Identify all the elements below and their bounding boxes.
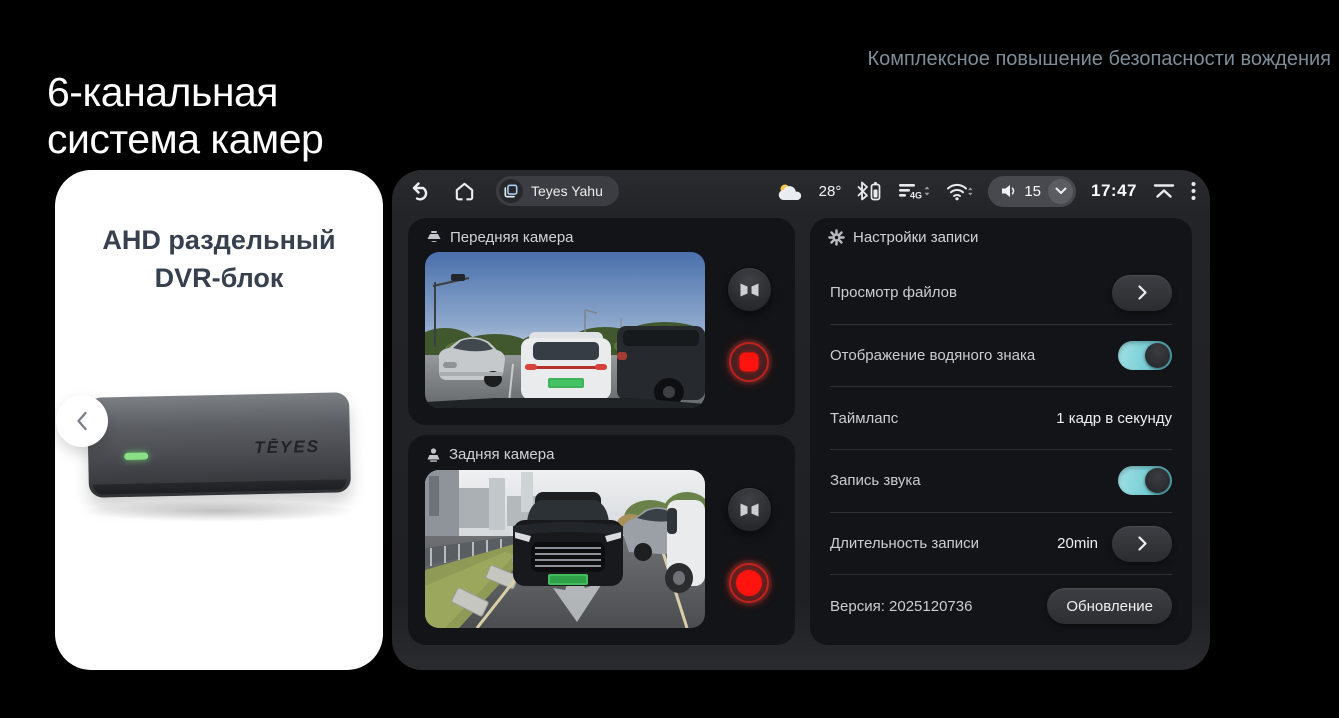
home-icon [453,180,476,203]
chevron-left-icon [75,410,89,432]
duration-value: 20min [1057,535,1098,552]
gear-icon [828,229,845,246]
back-button[interactable] [410,180,433,203]
weather-icon [777,182,804,201]
row-label: Просмотр файлов [830,284,957,301]
rear-camera-mirror-button[interactable] [727,487,772,532]
volume-level-label: 15 [1024,183,1041,200]
bluetooth-battery-icon [856,181,882,201]
front-camera-mirror-button[interactable] [727,267,772,312]
carousel-prev-button[interactable] [56,395,108,447]
rear-camera-icon [426,448,441,462]
volume-control[interactable]: 15 [988,176,1076,207]
row-recording-duration[interactable]: Длительность записи 20min [830,513,1172,575]
timelapse-value: 1 кадр в секунду [1056,410,1172,427]
front-camera-view-image [425,252,705,408]
speaker-icon [1000,183,1017,199]
page: 6-канальная система камер Комплексное по… [0,0,1339,718]
row-timelapse[interactable]: Таймлапс 1 кадр в секунду [830,387,1172,449]
volume-expand-button[interactable] [1048,179,1073,204]
head-unit-panel: Teyes Yahu 28° [392,170,1210,670]
wifi-icon [946,181,973,201]
row-audio-recording[interactable]: Запись звука [830,450,1172,512]
home-button[interactable] [453,180,476,203]
recording-settings-card: Настройки записи Просмотр файлов Отображ… [810,218,1192,645]
product-card-title: AHD раздельный DVR-блок [55,222,383,298]
row-label: Отображение водяного знака [830,347,1035,364]
page-subtitle: Комплексное повышение безопасности вожде… [868,48,1332,71]
front-camera-label: Передняя камера [450,229,574,246]
settings-header-label: Настройки записи [853,229,978,246]
led-indicator [124,452,148,460]
row-watermark[interactable]: Отображение водяного знака [830,325,1172,387]
row-view-files[interactable]: Просмотр файлов [830,262,1172,324]
mirror-flip-icon [739,502,760,518]
back-icon [410,180,433,203]
status-bar: Teyes Yahu 28° [392,170,1210,212]
kebab-menu-icon [1191,181,1196,201]
chevron-down-icon [1055,187,1067,195]
clock-label: 17:47 [1091,181,1137,201]
temperature-label: 28° [819,183,842,200]
rear-camera-label: Задняя камера [449,446,554,463]
more-menu-button[interactable] [1191,181,1196,201]
view-files-chevron-button[interactable] [1112,275,1172,311]
app-chip-teyes-yahu[interactable]: Teyes Yahu [496,176,619,206]
version-label: Версия: 2025120736 [830,598,972,615]
row-version: Версия: 2025120736 Обновление [830,575,1172,637]
row-label: Запись звука [830,472,921,489]
front-camera-icon [426,231,442,245]
update-button[interactable]: Обновление [1047,588,1172,624]
page-title-line1: 6-канальная [47,69,278,115]
rear-camera-card: Задняя камера [408,435,795,645]
row-label: Длительность записи [830,535,979,552]
network-type-label: 4G [910,191,922,201]
cellular-4g-icon: 4G [897,181,931,201]
duration-chevron-button[interactable] [1112,526,1172,562]
app-chip-label: Teyes Yahu [531,183,603,199]
page-title: 6-канальная система камер [47,69,323,162]
rear-camera-record-button[interactable] [726,560,772,606]
device-shadow [83,500,355,522]
mirror-flip-icon [739,282,760,298]
chevron-right-icon [1138,285,1147,300]
settings-rows: Просмотр файлов Отображение водяного зна… [830,262,1172,637]
dvr-device-image: TĒYES [87,392,351,497]
page-title-line2: система камер [47,116,323,162]
row-label: Таймлапс [830,410,898,427]
chevron-right-icon [1138,536,1147,551]
front-camera-card: Передняя камера [408,218,795,425]
audio-recording-toggle[interactable] [1118,466,1172,495]
recent-apps-icon [499,179,523,203]
watermark-toggle[interactable] [1118,341,1172,370]
collapse-panel-button[interactable] [1152,183,1176,200]
front-camera-record-stop-button[interactable] [726,339,772,385]
product-card: AHD раздельный DVR-блок TĒYES [55,170,383,670]
rear-camera-view-image [425,470,705,628]
swipe-up-icon [1152,183,1176,200]
brand-logo: TĒYES [254,437,320,458]
